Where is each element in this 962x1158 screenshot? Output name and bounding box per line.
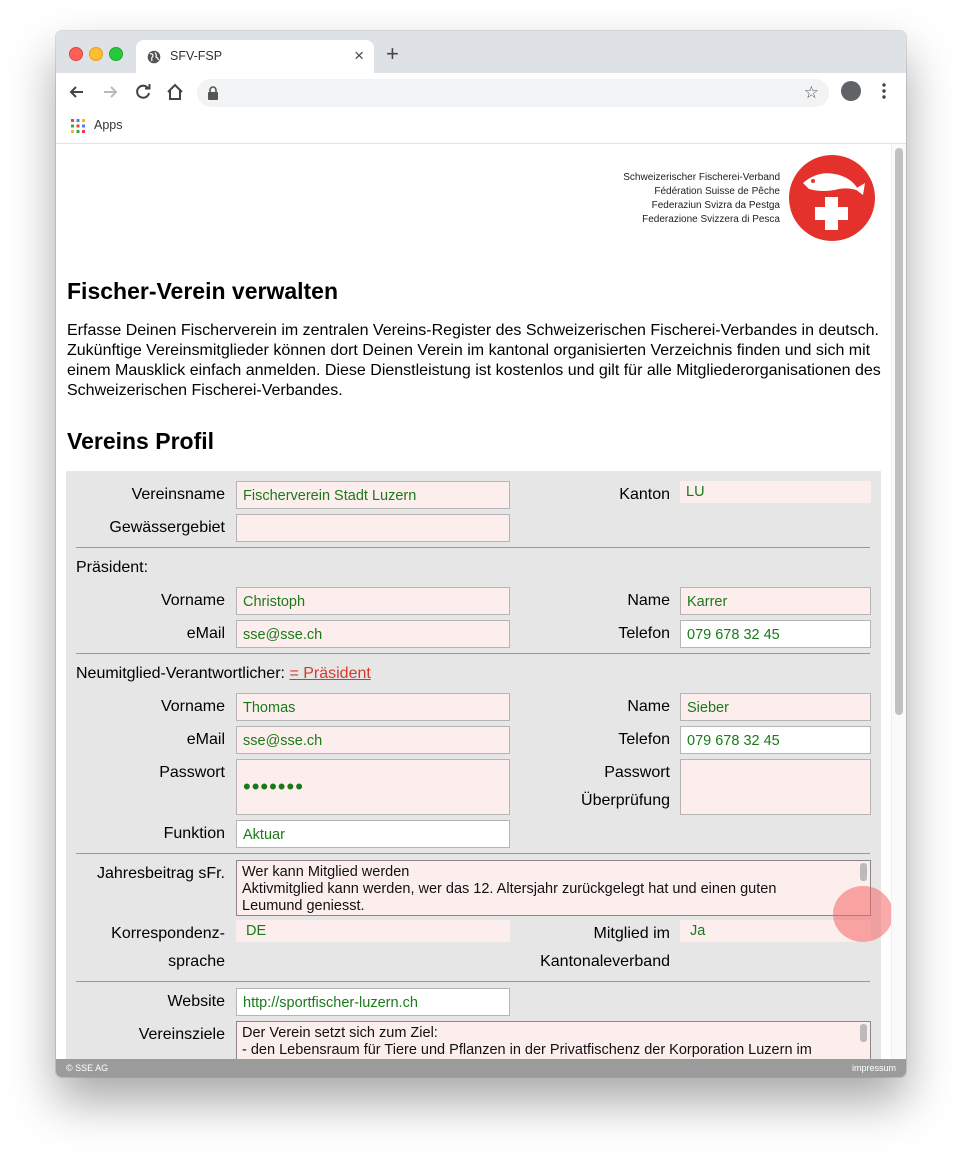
mitglied-kv-label-1: Mitglied im bbox=[593, 925, 670, 942]
impressum-link[interactable]: impressum bbox=[852, 1063, 896, 1073]
minimize-window-button[interactable] bbox=[89, 47, 103, 61]
neumitglied-section: Neumitglied-Verantwortlicher: = Präsiden… bbox=[76, 665, 371, 683]
divider bbox=[76, 653, 870, 654]
praesident-vorname-input[interactable]: Christoph bbox=[236, 587, 510, 615]
kanton-select[interactable]: LU bbox=[680, 481, 871, 503]
neumitglied-name-input[interactable]: Sieber bbox=[680, 693, 871, 721]
tab-title: SFV-FSP bbox=[170, 49, 223, 63]
vereinsziele-line: - den Lebensraum für Tiere und Pflanzen … bbox=[242, 1042, 812, 1058]
close-window-button[interactable] bbox=[69, 47, 83, 61]
divider bbox=[76, 547, 870, 548]
browser-toolbar: ☆ bbox=[56, 73, 906, 111]
neumitglied-vorname-input[interactable]: Thomas bbox=[236, 693, 510, 721]
passwort-mask: ••••••• bbox=[243, 774, 304, 799]
vereinsziele-textarea[interactable]: Der Verein setzt sich zum Ziel: - den Le… bbox=[236, 1021, 871, 1059]
account-avatar-icon[interactable] bbox=[841, 81, 861, 101]
jahresbeitrag-line: Aktivmitglied kann werden, wer das 12. A… bbox=[242, 881, 777, 897]
praesident-telefon-label: Telefon bbox=[618, 625, 670, 642]
click-indicator bbox=[833, 886, 893, 942]
neumitglied-telefon-input[interactable]: 079 678 32 45 bbox=[680, 726, 871, 754]
org-name-de: Schweizerischer Fischerei-Verband bbox=[623, 172, 780, 183]
page-viewport: Schweizerischer Fischerei-Verband Fédéra… bbox=[56, 144, 906, 1059]
mitglied-kv-label-2: Kantonaleverband bbox=[540, 953, 670, 970]
vereinsname-input[interactable]: Fischerverein Stadt Luzern bbox=[236, 481, 510, 509]
divider bbox=[76, 853, 870, 854]
bookmarks-bar: Apps bbox=[56, 111, 906, 144]
praesident-vorname-label: Vorname bbox=[160, 592, 225, 609]
praesident-email-label: eMail bbox=[186, 625, 225, 642]
org-names: Schweizerischer Fischerei-Verband Fédéra… bbox=[576, 171, 780, 227]
passwort-input[interactable]: ••••••• bbox=[236, 759, 510, 815]
forward-icon[interactable] bbox=[99, 81, 121, 103]
browser-window: SFV-FSP × + ☆ Apps Schweizerischer Fisch… bbox=[56, 31, 906, 1077]
browser-tab[interactable]: SFV-FSP × bbox=[136, 40, 374, 73]
lock-icon bbox=[208, 86, 218, 100]
praesident-telefon-input[interactable]: 079 678 32 45 bbox=[680, 620, 871, 648]
apps-bookmark[interactable]: Apps bbox=[94, 118, 123, 132]
profile-heading: Vereins Profil bbox=[67, 428, 215, 454]
praesident-section-label: Präsident: bbox=[76, 559, 149, 576]
neumitglied-name-label: Name bbox=[627, 698, 670, 715]
tab-strip: SFV-FSP × + bbox=[56, 31, 906, 73]
org-name-rm: Federaziun Svizra da Pestga bbox=[651, 200, 780, 211]
jahresbeitrag-line: Leumund geniesst. bbox=[242, 898, 365, 914]
home-icon[interactable] bbox=[164, 81, 186, 103]
website-label: Website bbox=[167, 993, 225, 1010]
more-menu-icon[interactable] bbox=[878, 81, 890, 101]
back-icon[interactable] bbox=[66, 81, 88, 103]
intro-text: Erfasse Deinen Fischerverein im zentrale… bbox=[67, 322, 881, 399]
page-scrollbar[interactable] bbox=[891, 144, 906, 1059]
neumitglied-email-label: eMail bbox=[186, 731, 225, 748]
scrollbar-thumb[interactable] bbox=[895, 148, 903, 715]
neumitglied-vorname-label: Vorname bbox=[160, 698, 225, 715]
praesident-name-label: Name bbox=[627, 592, 670, 609]
copyright: © SSE AG bbox=[66, 1063, 109, 1073]
bookmark-star-icon[interactable]: ☆ bbox=[804, 83, 819, 103]
kanton-label: Kanton bbox=[619, 486, 670, 503]
neumitglied-email-input[interactable]: sse@sse.ch bbox=[236, 726, 510, 754]
textarea-scrollbar[interactable] bbox=[860, 863, 867, 881]
globe-icon bbox=[147, 50, 161, 64]
neumitglied-telefon-label: Telefon bbox=[618, 731, 670, 748]
close-tab-icon[interactable]: × bbox=[354, 46, 364, 66]
apps-grid-icon[interactable] bbox=[71, 119, 85, 133]
praesident-name-input[interactable]: Karrer bbox=[680, 587, 871, 615]
new-tab-button[interactable]: + bbox=[386, 43, 399, 65]
korrespondenz-select[interactable]: DE bbox=[236, 920, 510, 942]
website-input[interactable]: http://sportfischer-luzern.ch bbox=[236, 988, 510, 1016]
passwort-check-input[interactable] bbox=[680, 759, 871, 815]
divider bbox=[76, 981, 870, 982]
jahresbeitrag-textarea[interactable]: Wer kann Mitglied werden Aktivmitglied k… bbox=[236, 860, 871, 916]
sfv-logo-icon bbox=[789, 155, 875, 241]
vereinsziele-line: Der Verein setzt sich zum Ziel: bbox=[242, 1025, 438, 1041]
passwort-label: Passwort bbox=[159, 764, 225, 781]
reload-icon[interactable] bbox=[132, 81, 154, 103]
jahresbeitrag-line: Wer kann Mitglied werden bbox=[242, 864, 410, 880]
funktion-label: Funktion bbox=[163, 825, 225, 842]
korrespondenz-label-2: sprache bbox=[168, 953, 225, 970]
vereinsname-label: Vereinsname bbox=[131, 486, 225, 503]
korrespondenz-label-1: Korrespondenz- bbox=[111, 925, 225, 942]
textarea-scrollbar[interactable] bbox=[860, 1024, 867, 1042]
praesident-email-input[interactable]: sse@sse.ch bbox=[236, 620, 510, 648]
vereinsziele-label: Vereinsziele bbox=[138, 1026, 225, 1043]
passwort-check-label-1: Passwort bbox=[604, 764, 670, 781]
org-name-it: Federazione Svizzera di Pesca bbox=[642, 214, 780, 225]
jahresbeitrag-label: Jahresbeitrag sFr. bbox=[96, 865, 225, 882]
club-profile-form: Vereinsname Fischerverein Stadt Luzern K… bbox=[66, 471, 881, 1059]
gewaessergebiet-label: Gewässergebiet bbox=[109, 519, 225, 536]
same-as-president-link[interactable]: = Präsident bbox=[289, 665, 370, 682]
gewaessergebiet-input[interactable] bbox=[236, 514, 510, 542]
neumitglied-section-label: Neumitglied-Verantwortlicher: bbox=[76, 665, 285, 682]
funktion-input[interactable]: Aktuar bbox=[236, 820, 510, 848]
page-title: Fischer-Verein verwalten bbox=[67, 278, 339, 304]
page-footer: © SSE AG impressum bbox=[56, 1059, 906, 1077]
address-bar[interactable]: ☆ bbox=[197, 79, 829, 107]
passwort-check-label-2: Überprüfung bbox=[581, 792, 670, 809]
zoom-window-button[interactable] bbox=[109, 47, 123, 61]
org-name-fr: Fédération Suisse de Pêche bbox=[654, 186, 780, 197]
